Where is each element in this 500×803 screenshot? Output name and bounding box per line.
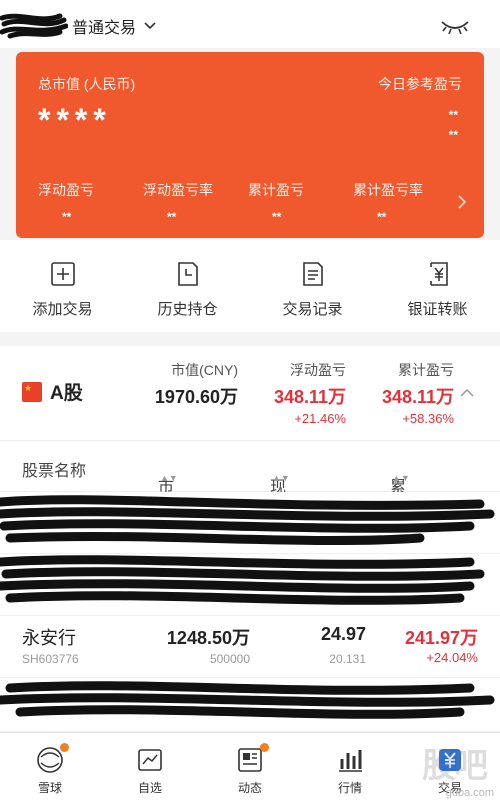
account-type-label: 普通交易 <box>72 20 137 37</box>
redaction-scribble <box>0 681 495 719</box>
sort-icon: ▲▼ <box>272 473 290 483</box>
stock-price: 24.97 <box>320 624 366 644</box>
history-doc-icon <box>177 262 198 286</box>
total-market-value-label: 总市值 (人民币) <box>38 76 136 92</box>
market-bars-icon <box>339 750 362 772</box>
col-stock-name: 股票名称 <box>22 463 87 480</box>
total-market-value: **** <box>38 102 112 138</box>
trade-records-label: 交易记录 <box>282 301 343 318</box>
tab-watchlist[interactable]: 自选 <box>100 733 200 803</box>
today-pl-rate: ** <box>448 128 458 142</box>
account-selector[interactable]: 普通交易 <box>72 14 158 38</box>
chevron-down-icon <box>144 22 156 30</box>
stock-cum-pl: 241.97万 <box>404 628 478 648</box>
watchlist-chart-icon <box>138 749 162 771</box>
history-holdings-button[interactable]: 历史持仓 <box>125 240 250 332</box>
metric-cum-pl: 累计盈亏 ** <box>248 182 304 224</box>
redaction-scribble <box>0 555 485 605</box>
quick-actions: 添加交易 历史持仓 交易记录 银证转账 <box>0 240 500 332</box>
market-value: 1970.60万 <box>154 387 238 407</box>
sort-icon: ▲▼ <box>160 473 178 483</box>
float-pl: 348.11万 <box>273 387 346 407</box>
holdings-table-header: 股票名称 市值/数量▲▼ 现价/成本▲▼ 累计盈亏▲▼ <box>0 440 500 568</box>
float-pl-col: 浮动盈亏 348.11万 +21.46% <box>273 362 346 426</box>
tab-snowball[interactable]: 雪球 <box>0 733 100 803</box>
top-bar: 普通交易 <box>0 0 500 48</box>
market-value-col: 市值(CNY) 1970.60万 <box>154 362 238 407</box>
table-row[interactable] <box>0 554 500 616</box>
chevron-right-icon[interactable] <box>456 194 468 210</box>
bank-transfer-button[interactable]: 银证转账 <box>375 240 500 332</box>
metric-cum-pl-rate: 累计盈亏率 ** <box>353 182 423 224</box>
holdings-list: 永安行 SH603776 1248.50万 500000 24.97 20.13… <box>0 492 500 732</box>
holdings-summary[interactable]: A股 市值(CNY) 1970.60万 浮动盈亏 348.11万 +21.46%… <box>0 346 500 440</box>
today-pl-label: 今日参考盈亏 <box>378 76 462 92</box>
cum-pl-col: 累计盈亏 348.11万 +58.36% <box>381 362 454 426</box>
stock-name: 永安行 <box>22 628 76 648</box>
stock-quantity: 500000 <box>209 652 250 666</box>
record-list-icon <box>302 262 323 286</box>
tab-market[interactable]: 行情 <box>300 733 400 803</box>
china-flag-icon <box>22 382 42 402</box>
add-trade-label: 添加交易 <box>32 301 93 318</box>
trade-records-button[interactable]: 交易记录 <box>250 240 375 332</box>
table-row[interactable]: 永安行 SH603776 1248.50万 500000 24.97 20.13… <box>0 616 500 678</box>
add-trade-button[interactable]: 添加交易 <box>0 240 125 332</box>
today-pl-value: ** <box>448 108 458 122</box>
table-row[interactable] <box>0 678 500 732</box>
notification-dot <box>60 743 69 752</box>
yuan-transfer-icon <box>429 262 448 286</box>
metrics-row: 浮动盈亏 ** 浮动盈亏率 ** 累计盈亏 ** 累计盈亏率 ** <box>38 180 458 224</box>
cum-pl: 348.11万 <box>381 387 454 407</box>
watermark-logo: 股吧 <box>422 747 488 785</box>
asset-summary-card[interactable]: 总市值 (人民币) 今日参考盈亏 **** ** ** 浮动盈亏 ** 浮动盈亏… <box>16 52 484 238</box>
redacted-username <box>0 13 68 39</box>
stock-cum-pl-pct: +24.04% <box>426 650 478 665</box>
market-label: A股 <box>50 383 83 404</box>
sort-icon: ▲▼ <box>392 473 410 483</box>
metric-float-pl: 浮动盈亏 ** <box>38 182 94 224</box>
metric-float-pl-rate: 浮动盈亏率 ** <box>143 182 213 224</box>
eye-closed-icon[interactable] <box>440 14 470 36</box>
tab-feed[interactable]: 动态 <box>200 733 300 803</box>
table-row[interactable] <box>0 492 500 554</box>
bank-transfer-label: 银证转账 <box>407 301 468 318</box>
cum-pl-pct: +58.36% <box>402 411 454 426</box>
history-holdings-label: 历史持仓 <box>157 301 218 318</box>
stock-market-value: 1248.50万 <box>166 628 250 648</box>
stock-cost: 20.131 <box>329 652 366 666</box>
chevron-up-icon[interactable] <box>460 388 474 398</box>
watermark-text: guba.com <box>445 787 494 799</box>
redaction-scribble <box>0 495 495 546</box>
stock-code: SH603776 <box>22 652 79 666</box>
notification-dot <box>260 743 269 752</box>
plus-square-icon <box>50 262 75 286</box>
bottom-tab-bar: 雪球 自选 动态 行情 交易 股吧 guba.com <box>0 732 500 803</box>
float-pl-pct: +21.46% <box>294 411 346 426</box>
